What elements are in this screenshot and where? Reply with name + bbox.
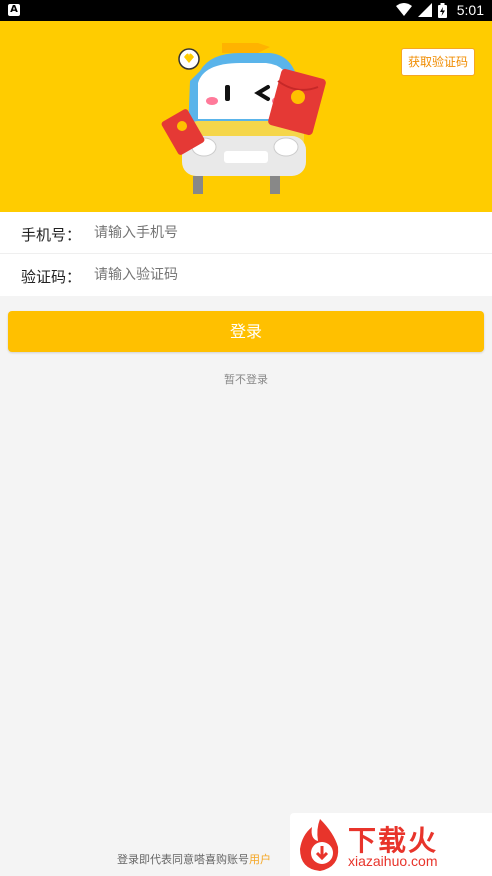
skip-login-link[interactable]: 暂不登录 bbox=[0, 371, 492, 387]
app-notification-icon: A bbox=[8, 4, 20, 16]
status-icons: 5:01 bbox=[395, 2, 484, 18]
phone-row: 手机号： bbox=[0, 212, 492, 254]
terms-text: 登录即代表同意嗒喜购账号用户 bbox=[117, 851, 271, 867]
watermark-subtitle: xiazaihuo.com bbox=[348, 853, 438, 869]
code-label: 验证码： bbox=[21, 268, 82, 286]
code-input[interactable] bbox=[94, 265, 374, 285]
terms-prefix: 登录即代表同意嗒喜购账号 bbox=[117, 853, 249, 866]
battery-icon bbox=[437, 2, 447, 18]
fire-logo-icon bbox=[300, 819, 339, 871]
code-row: 验证码： bbox=[0, 254, 492, 295]
wifi-icon bbox=[395, 3, 412, 17]
phone-label: 手机号： bbox=[21, 226, 82, 244]
login-form: 手机号： 验证码： bbox=[0, 212, 492, 296]
login-button[interactable]: 登录 bbox=[8, 311, 484, 352]
get-code-button[interactable]: 获取验证码 bbox=[401, 48, 475, 76]
signal-icon bbox=[417, 3, 432, 17]
watermark: 下载火 xiazaihuo.com bbox=[290, 813, 492, 876]
status-time: 5:01 bbox=[456, 2, 484, 18]
status-bar: A 5:01 bbox=[0, 0, 492, 21]
terms-user-link[interactable]: 用户 bbox=[249, 853, 271, 866]
phone-input[interactable] bbox=[94, 223, 374, 243]
